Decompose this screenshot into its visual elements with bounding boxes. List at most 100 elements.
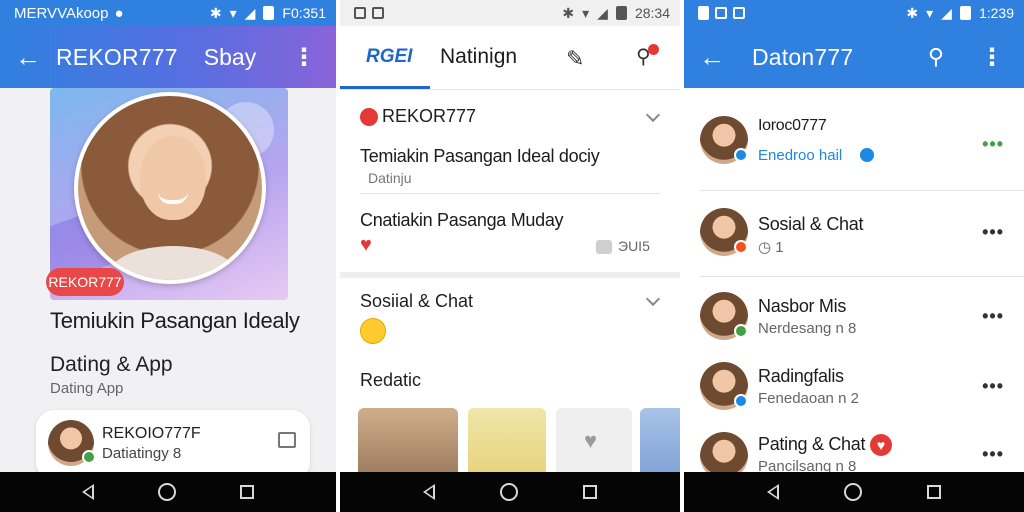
app-bar: ← Daton777 ⚲ ⋮ xyxy=(684,26,1024,88)
verified-icon xyxy=(734,148,748,162)
status-icon xyxy=(734,240,748,254)
app-logo[interactable]: RGEI xyxy=(366,46,412,68)
photo-thumbnail[interactable] xyxy=(640,408,680,478)
online-status-icon xyxy=(734,324,748,338)
user-card[interactable]: REKOIO777F Datiatingy 8 xyxy=(36,410,310,480)
chat-name-label: Pating & Chat xyxy=(758,434,866,454)
bluetooth-icon: ✱ xyxy=(209,4,222,21)
app-bar: ← REKOR777 Sbay ⋮ xyxy=(0,26,336,88)
app-title: REKOR777 xyxy=(56,43,178,70)
back-arrow-icon[interactable]: ← xyxy=(684,42,740,73)
chat-name: Sosial & Chat xyxy=(758,214,864,234)
chevron-down-icon[interactable] xyxy=(645,107,661,123)
category-title: Dating & App xyxy=(50,353,173,376)
chat-sub: Nerdesang n 8 xyxy=(758,320,857,337)
chat-list-item[interactable]: Sosial & Chat ◷ 1 ••• xyxy=(684,192,1024,272)
notification-badge xyxy=(648,44,659,55)
screen-chat-list: ✱ ▾ ◢ 1:239 ← Daton777 ⚲ ⋮ Ioroc0777 Ene… xyxy=(684,0,1024,512)
list-item-title[interactable]: Cnatiakin Pasanga Muday xyxy=(360,210,564,231)
active-tab-indicator xyxy=(340,86,430,89)
user-card-sub: Datiatingy 8 xyxy=(102,445,182,462)
app-notif-icon-2 xyxy=(372,7,384,19)
screen-profile: MERVVAkoop ● ✱ ▾ ◢ F0:351 ← REKOR777 Sba… xyxy=(0,0,336,512)
system-nav-bar xyxy=(0,472,336,512)
list-item-title[interactable]: Temiakin Pasangan Ideal dociy xyxy=(360,146,600,167)
nav-back-icon[interactable] xyxy=(422,484,435,500)
chevron-down-icon[interactable] xyxy=(645,291,661,307)
system-nav-bar xyxy=(340,472,680,512)
app-notif-icon-2 xyxy=(715,7,727,19)
storage-icon xyxy=(596,240,612,255)
status-bar: ✱ ▾ ◢ 28:34 xyxy=(340,0,680,26)
chat-sub-count: 1 xyxy=(775,239,784,256)
heart-icon: ♥ xyxy=(584,428,598,453)
nav-home-icon[interactable] xyxy=(499,483,518,501)
more-horiz-icon[interactable]: ••• xyxy=(982,376,1004,397)
section-header[interactable]: REKOR777 xyxy=(360,106,476,127)
chat-list-item[interactable]: Nasbor Mis Nerdesang n 8 ••• xyxy=(684,278,1024,358)
more-horiz-icon[interactable]: ••• xyxy=(982,444,1004,465)
pencil-icon[interactable]: ✎ xyxy=(566,46,584,72)
photo-thumbnail[interactable] xyxy=(468,408,546,478)
app-subtitle: Sbay xyxy=(203,43,257,70)
back-arrow-icon[interactable]: ← xyxy=(0,42,56,73)
brand-badge-icon xyxy=(360,108,378,127)
brand-badge[interactable]: REKOR777 xyxy=(46,268,124,296)
chat-sub: Fenedaoan n 2 xyxy=(758,390,859,407)
section-header[interactable]: Sosiial & Chat xyxy=(360,291,473,312)
verified-icon xyxy=(734,394,748,408)
signal-icon: ◢ xyxy=(597,4,608,21)
search-icon[interactable]: ⚲ xyxy=(928,44,944,70)
photo-shoulder xyxy=(108,246,238,280)
chat-name: Nasbor Mis xyxy=(758,296,847,316)
chat-list-item[interactable]: Radingfalis Fenedaoan n 2 ••• xyxy=(684,348,1024,428)
app-notif-icon xyxy=(354,7,366,19)
tab-title[interactable]: Natinign xyxy=(440,45,517,69)
calendar-icon[interactable] xyxy=(278,432,296,448)
battery-icon xyxy=(959,6,971,20)
section-header-label: REKOR777 xyxy=(382,106,477,126)
nav-back-icon[interactable] xyxy=(82,484,94,500)
list-item-sub: Datinju xyxy=(368,170,412,186)
nav-back-icon[interactable] xyxy=(766,484,779,500)
more-horiz-icon[interactable]: ••• xyxy=(982,306,1004,327)
screen-notifications: ✱ ▾ ◢ 28:34 RGEI Natinign ✎ ⚲ REKOR777 T… xyxy=(340,0,680,512)
nav-recents-icon[interactable] xyxy=(583,485,598,499)
clock: 28:34 xyxy=(634,5,670,21)
more-vert-icon[interactable]: ⋮ xyxy=(980,43,1004,72)
more-horiz-icon[interactable]: ••• xyxy=(982,222,1004,243)
tab-bar: RGEI Natinign ✎ ⚲ xyxy=(340,26,680,90)
nav-recents-icon[interactable] xyxy=(927,485,942,499)
carrier-label: MERVVAkoop xyxy=(14,4,109,22)
wifi-icon: ▾ xyxy=(229,4,237,21)
chat-name: Pating & Chat ♥ xyxy=(758,434,892,457)
chat-icon: ● xyxy=(114,4,124,22)
app-notif-icon-3 xyxy=(733,7,745,19)
divider xyxy=(360,193,660,194)
app-title: Daton777 xyxy=(752,43,854,70)
status-bar: MERVVAkoop ● ✱ ▾ ◢ F0:351 xyxy=(0,0,336,26)
chat-name: Radingfalis xyxy=(758,366,844,386)
nav-home-icon[interactable] xyxy=(843,483,862,501)
user-card-name: REKOIO777F xyxy=(102,425,201,442)
photo-thumbnail[interactable] xyxy=(358,408,458,478)
more-vert-icon[interactable]: ⋮ xyxy=(292,43,316,72)
section-subheader: Redatic xyxy=(360,370,422,390)
more-horiz-icon[interactable]: ••• xyxy=(982,134,1004,155)
nav-home-icon[interactable] xyxy=(158,483,176,501)
heart-icon[interactable]: ♥ xyxy=(360,234,372,257)
system-nav-bar xyxy=(684,472,1024,512)
category-subtitle: Dating App xyxy=(50,380,124,397)
clock-icon: ◷ xyxy=(758,239,776,256)
divider xyxy=(700,276,1024,277)
clock: 1:239 xyxy=(978,5,1014,21)
chat-list-item[interactable]: Ioroc0777 Enedroo hail ••• xyxy=(684,100,1024,180)
list-item-meta-label: ЭUI5 xyxy=(618,238,650,254)
nav-recents-icon[interactable] xyxy=(240,485,254,499)
section-separator xyxy=(340,272,680,278)
profile-photo[interactable] xyxy=(74,92,266,284)
photo-thumbnail[interactable]: ♥ xyxy=(556,408,632,478)
chat-sub: Enedroo hail xyxy=(758,147,843,164)
online-status-icon xyxy=(82,450,96,464)
section-rekor: REKOR777 Temiakin Pasangan Ideal dociy D… xyxy=(340,92,680,272)
